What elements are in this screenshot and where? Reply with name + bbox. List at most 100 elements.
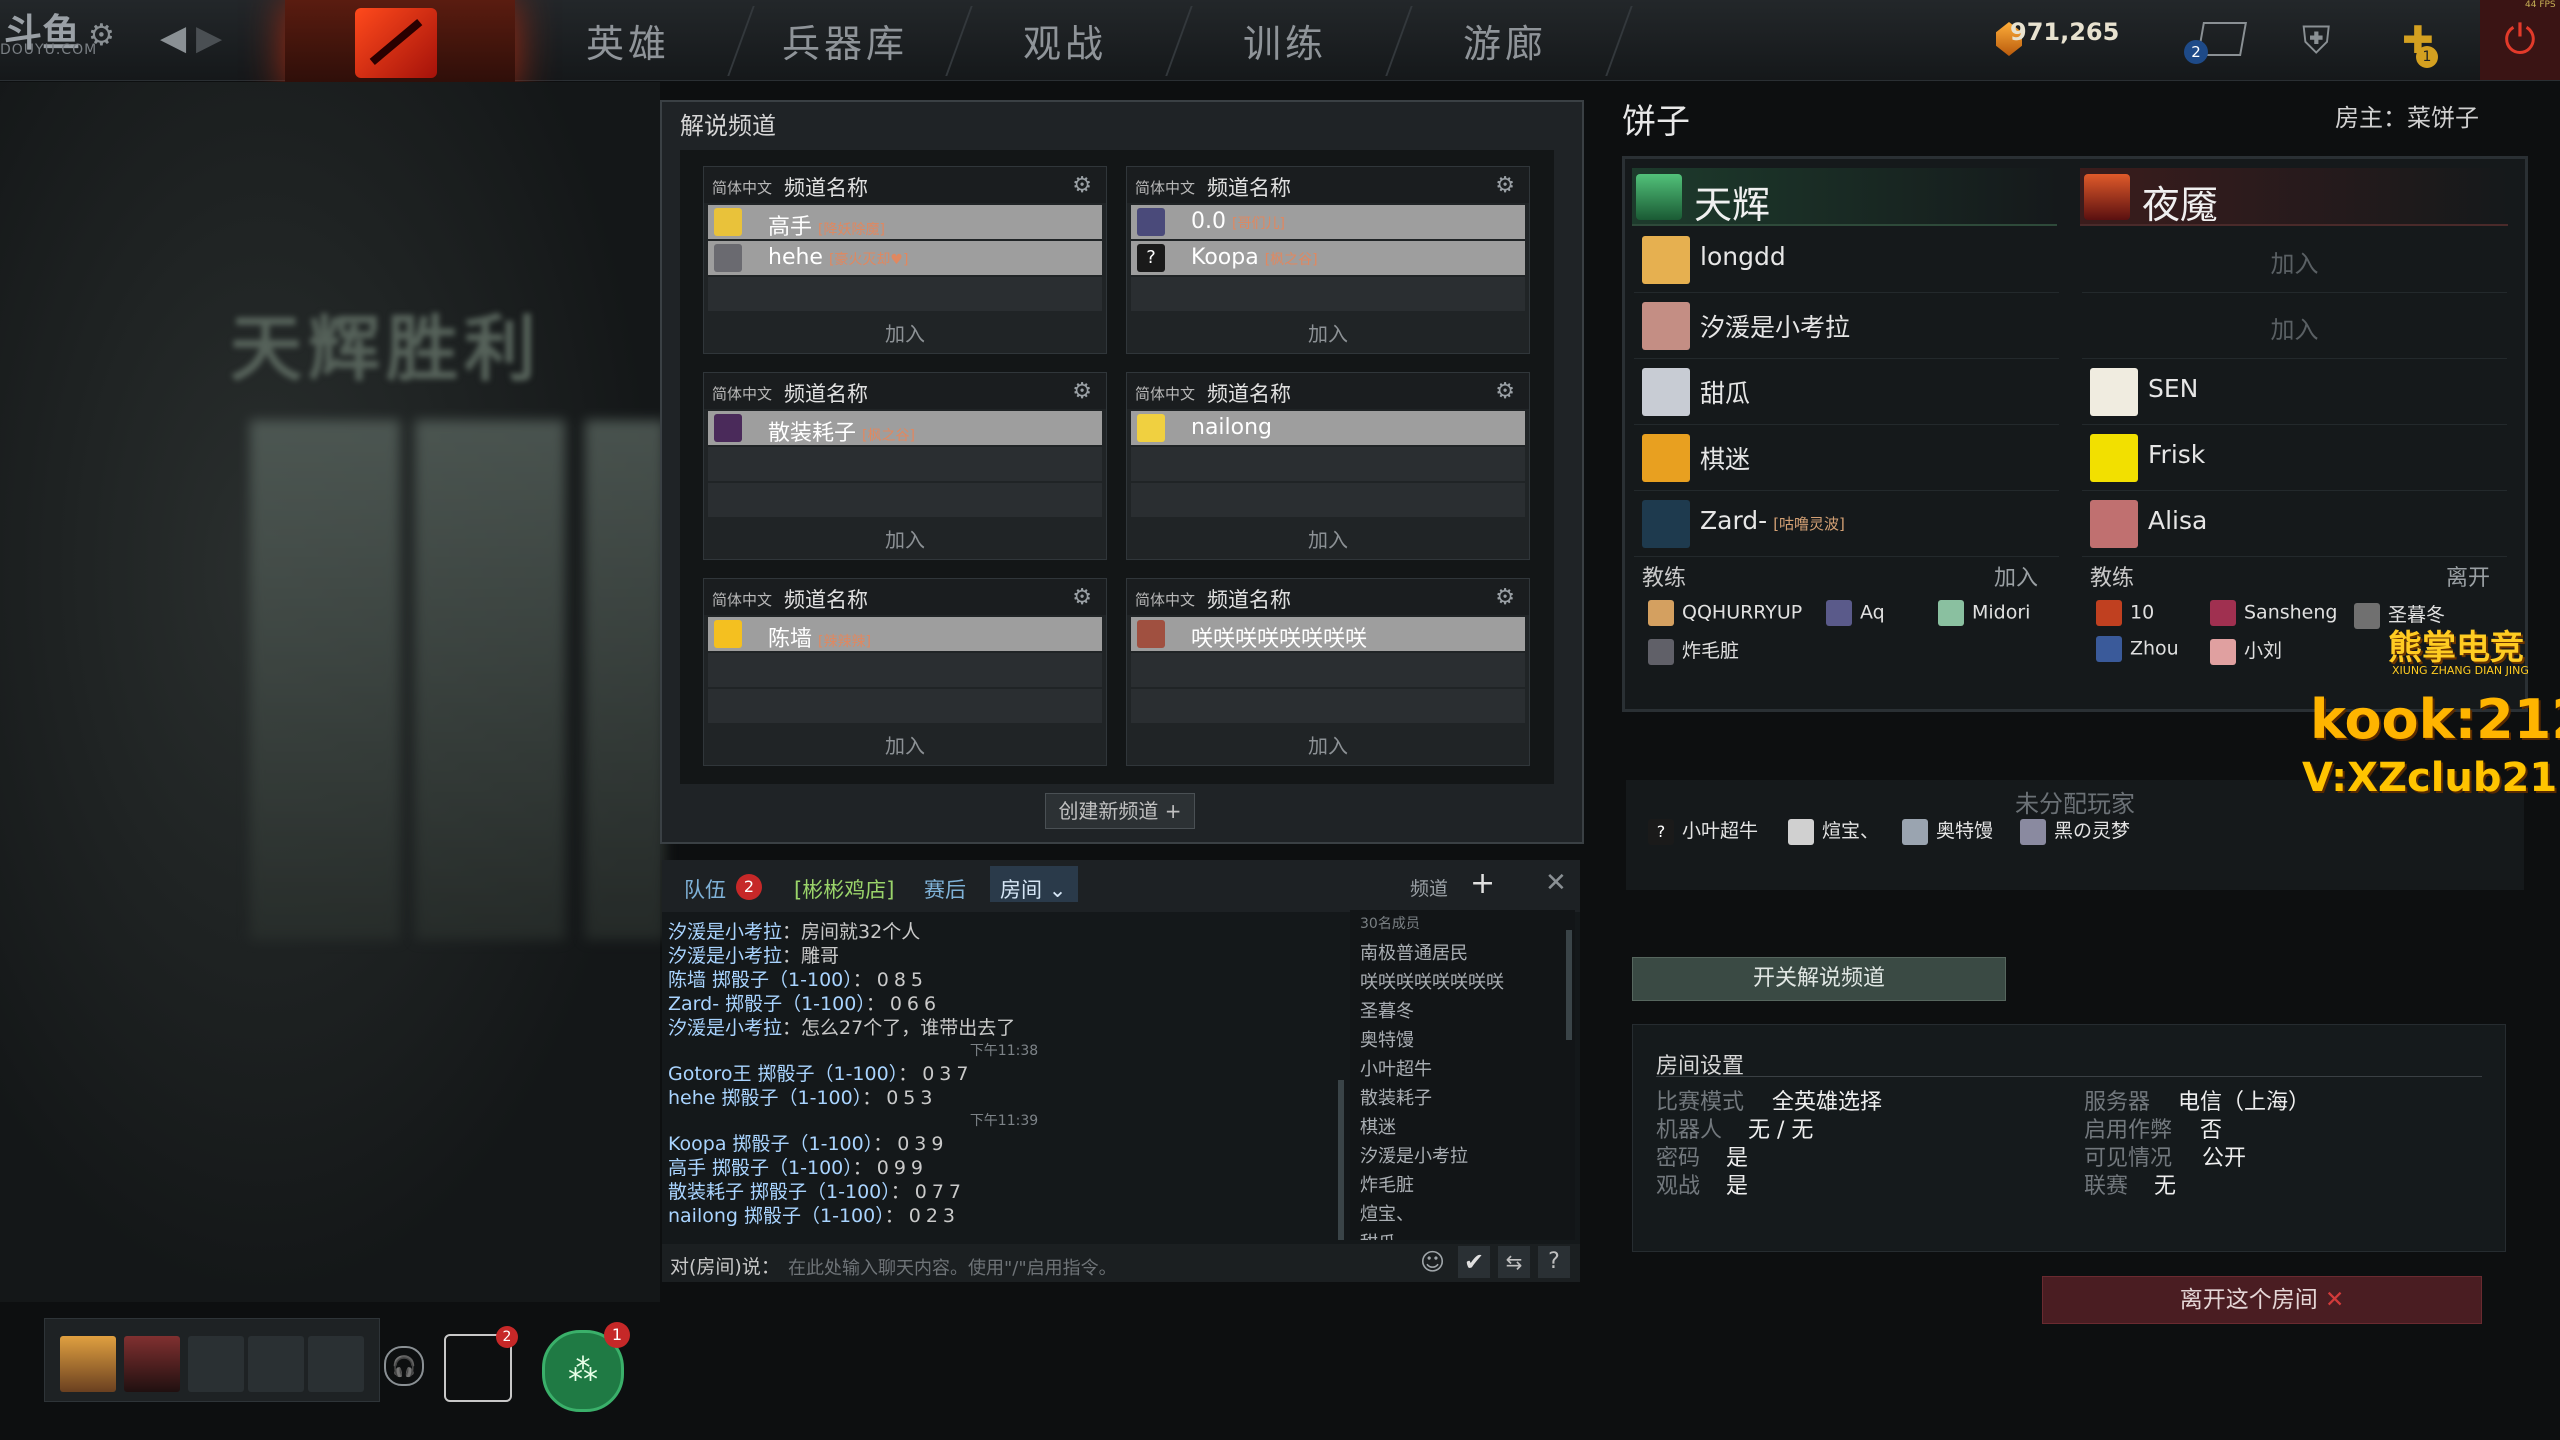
chat-input-field[interactable]: 在此处输入聊天内容。使用"/"启用指令。: [788, 1254, 1117, 1280]
radiant-player-slot[interactable]: 汐湲是小考拉: [1634, 294, 2059, 359]
chat-scrollbar[interactable]: [1338, 1080, 1344, 1240]
radiant-coach-join-button[interactable]: 加入: [1994, 560, 2038, 592]
chat-tab-channel[interactable]: 频道: [1410, 874, 1448, 901]
channel-language: 简体中文: [1135, 591, 1196, 609]
member-list-item[interactable]: 咲咲咲咲咲咲咲咲: [1350, 968, 1575, 997]
dire-empty-slot[interactable]: 加入: [2082, 228, 2507, 293]
party-avatar[interactable]: [60, 1336, 116, 1392]
dire-player-slot[interactable]: SEN: [2082, 360, 2507, 425]
member-list-item[interactable]: 散装耗子: [1350, 1084, 1575, 1113]
member-list-item[interactable]: 棋迷: [1350, 1113, 1575, 1142]
nav-tab-arcade[interactable]: 游廊: [1405, 0, 1605, 80]
channel-member-slot[interactable]: 0.0 [哥们儿]: [1131, 205, 1525, 239]
create-channel-button[interactable]: 创建新频道 +: [1045, 793, 1195, 829]
channel-join-button[interactable]: 加入: [1127, 318, 1529, 347]
channel-header: 简体中文 频道名称 ⚙: [1127, 373, 1529, 409]
stream-watermark-logo: 熊掌电竞: [2388, 628, 2524, 668]
channel-join-button[interactable]: 加入: [1127, 524, 1529, 553]
nav-tab-watch[interactable]: 观战: [965, 0, 1165, 80]
dire-team-header: 夜魇: [2080, 168, 2508, 227]
headset-icon[interactable]: 🎧: [384, 1346, 424, 1386]
member-list-item[interactable]: 汐湲是小考拉: [1350, 1142, 1575, 1171]
channel-settings-gear-icon[interactable]: ⚙: [1072, 379, 1092, 404]
chat-message: 汐湲是小考拉：怎么27个了，谁带出去了: [668, 1017, 1016, 1039]
member-list-item[interactable]: 小叶超牛: [1350, 1055, 1575, 1084]
toggle-broadcast-channels-button[interactable]: 开关解说频道: [1632, 957, 2006, 1001]
radiant-player-slot[interactable]: 甜瓜: [1634, 360, 2059, 425]
member-name: 高手 [降妖除魔]: [768, 215, 885, 240]
player-name: SEN: [2148, 374, 2199, 403]
member-list-scrollbar[interactable]: [1566, 930, 1572, 1040]
member-list-item[interactable]: 圣暮冬: [1350, 997, 1575, 1026]
send-check-icon[interactable]: ✔: [1458, 1246, 1490, 1278]
channel-member-slot[interactable]: 高手 [降妖除魔]: [708, 205, 1102, 240]
setting-label: 联赛: [2084, 1174, 2129, 1199]
nav-tab-armory[interactable]: 兵器库: [745, 0, 945, 80]
broadcast-channel: 简体中文 频道名称 ⚙ 高手 [降妖除魔] hehe [豪火灭却♥] 加入: [703, 166, 1107, 354]
chat-tab-guild[interactable]: [彬彬鸡店]: [794, 874, 894, 904]
channel-member-slot[interactable]: 咲咲咲咲咲咲咲咲: [1131, 617, 1525, 652]
power-icon[interactable]: ⏻: [2480, 0, 2560, 80]
help-icon[interactable]: ?: [1538, 1246, 1570, 1278]
channel-settings-gear-icon[interactable]: ⚙: [1495, 173, 1515, 198]
member-name: nailong: [1191, 415, 1273, 440]
radiant-player-slot[interactable]: Zard- [咕噜灵波]: [1634, 492, 2059, 557]
channel-settings-gear-icon[interactable]: ⚙: [1495, 585, 1515, 610]
channel-header: 简体中文 频道名称 ⚙: [704, 579, 1106, 615]
channel-member-slot[interactable]: hehe [豪火灭却♥]: [708, 241, 1102, 275]
chat-message: nailong 掷骰子（1-100）：023: [668, 1205, 960, 1227]
channel-join-button[interactable]: 加入: [704, 524, 1106, 553]
nav-tab-heroes[interactable]: 英雄: [528, 0, 728, 80]
close-chat-icon[interactable]: ✕: [1545, 868, 1567, 898]
radiant-player-slot[interactable]: longdd: [1634, 228, 2059, 293]
avatar: [1642, 236, 1690, 284]
translate-icon[interactable]: ⇆: [1498, 1246, 1530, 1278]
forward-arrow-icon[interactable]: ▶: [196, 18, 222, 58]
member-list-item[interactable]: 南极普通居民: [1350, 939, 1575, 968]
chat-tab-team[interactable]: 队伍: [684, 874, 726, 904]
nav-tab-learn[interactable]: 训练: [1185, 0, 1385, 80]
coach-entry: 炸毛脏: [1648, 636, 1739, 665]
channel-settings-gear-icon[interactable]: ⚙: [1072, 173, 1092, 198]
channel-member-slot[interactable]: 陈墙 [辣辣辣]: [708, 617, 1102, 652]
channel-join-button[interactable]: 加入: [1127, 730, 1529, 759]
avatar: [1137, 620, 1165, 648]
channel-name: 频道名称: [1207, 588, 1291, 612]
member-list-item[interactable]: 炸毛脏: [1350, 1171, 1575, 1200]
member-list-item[interactable]: 奥特馒: [1350, 1026, 1575, 1055]
dire-coach-leave-button[interactable]: 离开: [2446, 560, 2490, 592]
radiant-player-slot[interactable]: 棋迷: [1634, 426, 2059, 491]
setting-value: 电信（上海）: [2178, 1090, 2311, 1115]
channel-member-slot[interactable]: 散装耗子 [枫之谷]: [708, 411, 1102, 446]
channel-settings-gear-icon[interactable]: ⚙: [1495, 379, 1515, 404]
back-arrow-icon[interactable]: ◀: [160, 18, 186, 58]
chat-tab-room[interactable]: 房间 ⌄: [990, 866, 1079, 902]
dire-join-button[interactable]: 加入: [2082, 244, 2507, 279]
dire-empty-slot[interactable]: 加入: [2082, 294, 2507, 359]
dire-player-slot[interactable]: Alisa: [2082, 492, 2507, 557]
channel-member-slot[interactable]: nailong: [1131, 411, 1525, 445]
chat-team-badge: 2: [736, 874, 762, 900]
add-channel-plus-icon[interactable]: +: [1470, 866, 1495, 901]
dire-join-button[interactable]: 加入: [2082, 310, 2507, 345]
dire-player-slot[interactable]: Frisk: [2082, 426, 2507, 491]
lobby-room-name: 饼子: [1622, 102, 1690, 142]
channel-join-button[interactable]: 加入: [704, 318, 1106, 347]
chat-tab-postgame[interactable]: 赛后: [924, 874, 966, 904]
chat-message-list: 汐湲是小考拉：房间就32个人 汐湲是小考拉：雕哥 陈墙 掷骰子（1-100）：0…: [668, 920, 1340, 1240]
coach-entry: Sansheng: [2210, 600, 2337, 626]
party-empty-slot[interactable]: [308, 1336, 364, 1392]
party-empty-slot[interactable]: [188, 1336, 244, 1392]
gear-icon[interactable]: ⚙: [88, 18, 115, 53]
dota-logo-icon[interactable]: [355, 8, 437, 78]
member-list-item[interactable]: 甜瓜: [1350, 1229, 1575, 1240]
channel-settings-gear-icon[interactable]: ⚙: [1072, 585, 1092, 610]
party-avatar[interactable]: [124, 1336, 180, 1392]
channel-member-slot[interactable]: ? Koopa [枫之谷]: [1131, 241, 1525, 275]
channel-join-button[interactable]: 加入: [704, 730, 1106, 759]
armory-icon[interactable]: ⛨: [2302, 18, 2331, 63]
member-list-item[interactable]: 煊宝、: [1350, 1200, 1575, 1229]
leave-room-button[interactable]: 离开这个房间 ✕: [2042, 1276, 2482, 1324]
emoji-icon[interactable]: ☺: [1420, 1248, 1445, 1276]
party-empty-slot[interactable]: [248, 1336, 304, 1392]
